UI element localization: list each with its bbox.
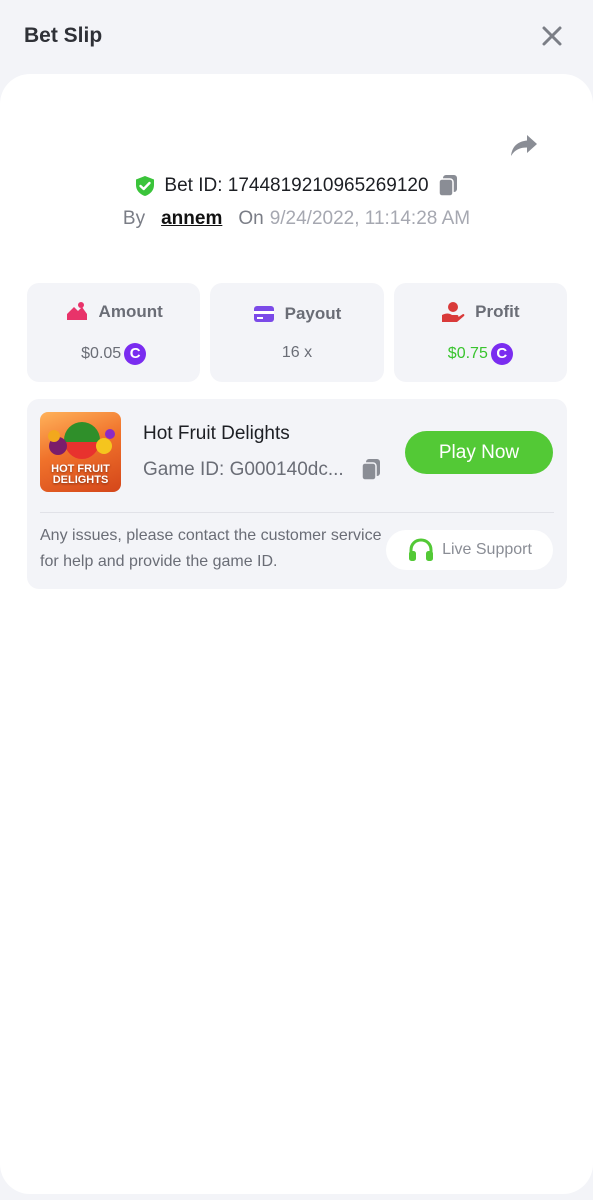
amount-label: Amount (98, 301, 163, 321)
payout-label: Payout (284, 303, 342, 323)
by-label: By (122, 208, 146, 229)
bet-id-row: Bet ID: 1744819210965269120 (0, 174, 593, 198)
bet-meta-row: By annem On 9/24/2022, 11:14:28 AM (0, 208, 593, 230)
game-id-row: Game ID: G000140dc... (143, 458, 382, 482)
payout-header: Payout (253, 303, 342, 324)
headset-icon (409, 538, 434, 561)
close-button[interactable] (539, 23, 565, 49)
coin-icon: C (490, 342, 513, 365)
amount-value: $0.05 (81, 344, 122, 362)
amount-stat: Amount $0.05 C (27, 283, 201, 382)
game-id: Game ID: G000140dc... (143, 459, 344, 480)
support-notice: Any issues, please contact the customer … (40, 527, 382, 570)
bet-id: Bet ID: 1744819210965269120 (164, 175, 429, 196)
payout-value: 16 x (281, 343, 313, 361)
payout-stat: Payout 16 x (210, 283, 384, 382)
coin-icon: C (124, 342, 147, 365)
share-icon (511, 135, 537, 156)
amount-value-row: $0.05 C (81, 342, 147, 365)
profit-value: $0.75 (447, 344, 488, 362)
payout-card-icon (253, 305, 274, 322)
profit-label: Profit (475, 301, 520, 321)
bet-slip-sheet: Bet ID: 1744819210965269120 By annem On … (0, 74, 593, 1194)
copy-icon[interactable] (360, 458, 382, 482)
shield-check-icon (136, 176, 155, 196)
game-thumbnail[interactable]: HOT FRUIT DELIGHTS (40, 412, 121, 492)
live-support-button[interactable]: Live Support (386, 530, 553, 570)
bet-stats: Amount $0.05 C Payout 16 x Profit $0.75 … (27, 283, 567, 382)
payout-value-row: 16 x (282, 344, 312, 362)
profit-stat: Profit $0.75 C (393, 283, 567, 382)
profit-header: Profit (441, 301, 520, 323)
profit-value-row: $0.75 C (447, 342, 513, 365)
live-support-label: Live Support (442, 541, 532, 558)
amount-header: Amount (65, 301, 163, 323)
game-thumbnail-text: HOT FRUIT DELIGHTS (51, 463, 110, 486)
profit-hand-icon (442, 301, 465, 322)
copy-icon[interactable] (437, 174, 459, 198)
header: Bet Slip (0, 0, 593, 72)
page-title: Bet Slip (24, 24, 103, 47)
close-icon (542, 26, 562, 46)
game-card: HOT FRUIT DELIGHTS Hot Fruit Delights Ga… (27, 399, 567, 589)
bet-datetime: 9/24/2022, 11:14:28 AM (269, 208, 471, 229)
amount-icon (66, 301, 87, 320)
game-title: Hot Fruit Delights (143, 423, 290, 444)
on-label: On (238, 208, 264, 229)
divider (40, 512, 554, 513)
play-now-button[interactable]: Play Now (405, 431, 553, 474)
username-link[interactable]: annem (161, 208, 222, 230)
share-button[interactable] (509, 132, 539, 160)
